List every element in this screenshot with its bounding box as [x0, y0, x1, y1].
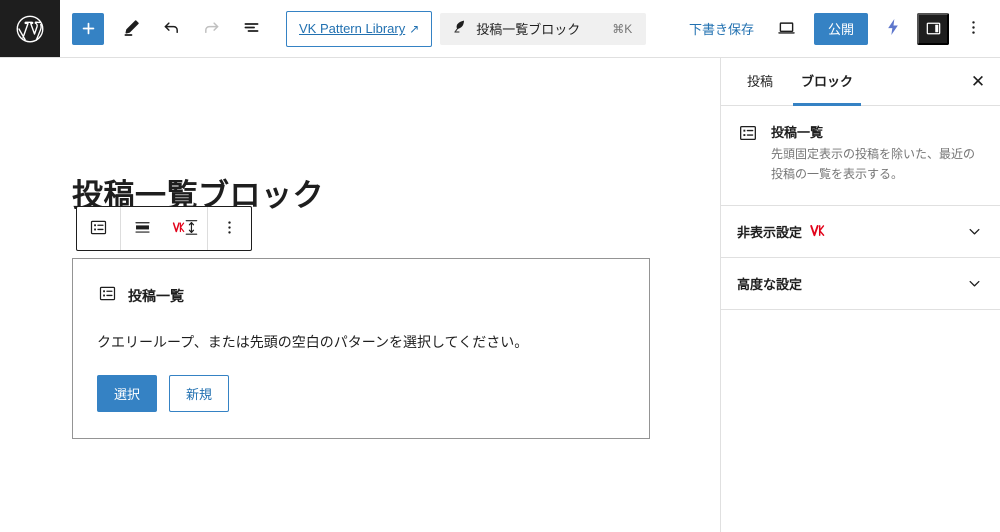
block-options-ellipsis-icon — [220, 218, 239, 240]
undo-button[interactable] — [152, 10, 190, 48]
block-align-button[interactable] — [121, 207, 164, 250]
tab-block[interactable]: ブロック — [787, 58, 867, 106]
block-options-ellipsis-button[interactable] — [208, 207, 251, 250]
close-sidebar-button[interactable]: ✕ — [960, 64, 996, 100]
add-block-button[interactable] — [72, 12, 104, 45]
sidebar-block-card: 投稿一覧 先頭固定表示の投稿を除いた、最近の投稿の一覧を表示する。 — [721, 106, 1000, 206]
sidebar-block-title: 投稿一覧 — [771, 125, 824, 140]
placeholder-actions: 選択 新規 — [97, 375, 625, 413]
undo-icon — [161, 17, 182, 41]
panel-advanced-settings[interactable]: 高度な設定 — [721, 257, 1000, 310]
choose-pattern-button[interactable]: 選択 — [97, 375, 158, 413]
block-type-post-list-icon — [88, 217, 109, 241]
new-pattern-button[interactable]: 新規 — [169, 375, 230, 413]
edit-tool-icon-button[interactable] — [112, 10, 150, 48]
feather-pen-icon — [452, 18, 468, 39]
vk-logo-icon — [810, 223, 827, 239]
redo-button[interactable] — [192, 10, 230, 48]
toolbar-right-group: 下書き保存 公開 — [679, 0, 1000, 57]
settings-sidebar-toggle[interactable] — [917, 12, 949, 45]
vk-pattern-library-button[interactable]: VK Pattern Library ↗ — [286, 10, 433, 47]
panel-advanced-settings-title: 高度な設定 — [737, 276, 803, 292]
options-ellipsis-button[interactable] — [956, 11, 990, 47]
sidebar-block-description: 先頭固定表示の投稿を除いた、最近の投稿の一覧を表示する。 — [771, 147, 976, 181]
block-align-icon — [132, 217, 153, 241]
preview-desktop-icon — [776, 17, 797, 41]
top-toolbar: VK Pattern Library ↗ 投稿一覧ブロック ⌘K 下書き保存 公… — [0, 0, 1000, 58]
preview-button[interactable] — [768, 10, 806, 48]
vk-margin-icon — [172, 216, 199, 242]
panel-hidden-settings[interactable]: 非表示設定 — [721, 205, 1000, 258]
sidebar-tabs: 投稿 ブロック ✕ — [721, 58, 1000, 106]
command-palette-shortcut: ⌘K — [612, 21, 633, 36]
settings-sidebar: 投稿 ブロック ✕ 投稿一覧 先頭固定表示の投稿を除いた、最近の投稿の一覧を表示… — [720, 58, 1000, 532]
toolbar-center-group: 投稿一覧ブロック ⌘K — [432, 0, 679, 57]
block-toolbar-group-options — [207, 207, 251, 250]
vk-margin-button[interactable] — [164, 207, 207, 250]
document-overview-button[interactable] — [232, 10, 270, 48]
editor-canvas[interactable]: 投稿一覧ブロック 投稿一覧 クエリーループ、または先頭の空白のパターンを選択して… — [0, 58, 720, 532]
wordpress-logo-button[interactable] — [0, 0, 60, 57]
block-toolbar — [76, 206, 252, 251]
command-palette-text: 投稿一覧ブロック — [476, 22, 581, 37]
publish-button[interactable]: 公開 — [813, 12, 868, 45]
options-ellipsis-icon — [964, 18, 983, 40]
external-link-icon: ↗ — [409, 21, 420, 36]
toolbar-left-group: VK Pattern Library ↗ — [60, 0, 433, 57]
post-list-icon — [97, 283, 118, 309]
redo-icon — [201, 17, 222, 41]
post-list-placeholder-block[interactable]: 投稿一覧 クエリーループ、または先頭の空白のパターンを選択してください。 選択 … — [72, 258, 650, 440]
wordpress-logo — [15, 14, 45, 44]
editor-body: 投稿一覧 ブロック 投稿一覧 クエリーループ、または先頭の空白のパターンを選択して… — [0, 58, 1000, 532]
jetpack-bolt-button[interactable] — [876, 12, 910, 46]
vk-pattern-library-label: VK Pattern Library — [299, 21, 406, 36]
editor-app: VK Pattern Library ↗ 投稿一覧ブロック ⌘K 下書き保存 公… — [0, 0, 1000, 532]
chevron-down-icon — [965, 274, 984, 293]
panel-hidden-settings-title: 非表示設定 — [737, 224, 803, 240]
placeholder-header: 投稿一覧 — [97, 283, 625, 309]
placeholder-instructions: クエリーループ、または先頭の空白のパターンを選択してください。 — [97, 334, 529, 350]
placeholder-title: 投稿一覧 — [128, 288, 184, 304]
block-toolbar-group-format — [120, 207, 207, 250]
block-type-post-list-button[interactable] — [77, 207, 120, 250]
command-palette-search[interactable]: 投稿一覧ブロック ⌘K — [440, 12, 647, 45]
block-toolbar-group-type — [77, 207, 120, 250]
tab-post[interactable]: 投稿 — [733, 58, 787, 106]
save-draft-button[interactable]: 下書き保存 — [679, 11, 764, 46]
sidebar-block-card-text: 投稿一覧 先頭固定表示の投稿を除いた、最近の投稿の一覧を表示する。 — [771, 122, 984, 185]
document-overview-icon — [241, 17, 262, 41]
edit-tool-icon — [121, 17, 142, 41]
chevron-down-icon — [965, 222, 984, 241]
jetpack-bolt-icon — [883, 17, 903, 40]
post-list-icon — [737, 122, 759, 185]
